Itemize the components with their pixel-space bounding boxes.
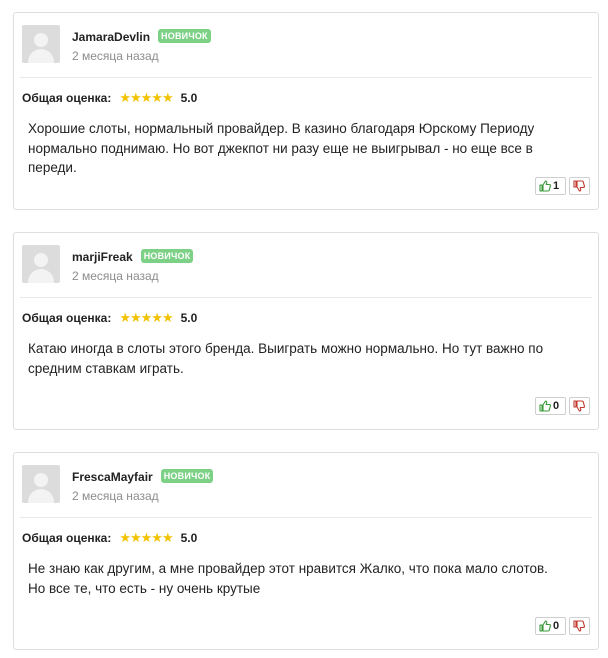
- thumbs-down-icon: [573, 620, 585, 632]
- review-text: Хорошие слоты, нормальный провайдер. В к…: [28, 121, 535, 175]
- username-text[interactable]: FrescaMayfair: [72, 470, 153, 484]
- review-date: 2 месяца назад: [72, 49, 159, 63]
- star-rating-icon: ★★★★★: [119, 310, 173, 325]
- rating-label: Общая оценка:: [22, 311, 112, 325]
- vote-buttons: 0: [535, 397, 590, 415]
- status-badge: НОВИЧОК: [160, 469, 214, 483]
- review-date: 2 месяца назад: [72, 269, 159, 283]
- star-rating-icon: ★★★★★: [119, 90, 173, 105]
- rating-row: Общая оценка: ★★★★★ 5.0: [22, 90, 197, 106]
- dislike-button[interactable]: [569, 617, 590, 635]
- rating-row: Общая оценка: ★★★★★ 5.0: [22, 310, 197, 326]
- vote-buttons: 1: [535, 177, 590, 195]
- rating-score: 5.0: [180, 91, 198, 105]
- review-text: Не знаю как другим, а мне провайдер этот…: [28, 561, 548, 596]
- avatar: [22, 465, 60, 503]
- thumbs-up-icon: [539, 180, 551, 192]
- status-badge: НОВИЧОК: [158, 29, 211, 43]
- star-rating-icon: ★★★★★: [119, 530, 173, 545]
- review-card: JamaraDevlin НОВИЧОК 2 месяца назад Общая…: [13, 12, 599, 210]
- rating-label: Общая оценка:: [22, 531, 112, 545]
- avatar: [22, 245, 60, 283]
- rating-row: Общая оценка: ★★★★★ 5.0: [22, 530, 197, 546]
- review-card: FrescaMayfair НОВИЧОК 2 месяца назад Обща…: [13, 452, 599, 650]
- dislike-button[interactable]: [569, 177, 590, 195]
- review-card: marjiFreak НОВИЧОК 2 месяца назад Общая о…: [13, 232, 599, 430]
- like-count: 0: [553, 620, 560, 632]
- thumbs-down-icon: [573, 400, 585, 412]
- like-button[interactable]: 0: [535, 617, 566, 635]
- review-date: 2 месяца назад: [72, 489, 159, 503]
- like-button[interactable]: 1: [535, 177, 566, 195]
- vote-buttons: 0: [535, 617, 590, 635]
- divider: [20, 517, 592, 518]
- dislike-button[interactable]: [569, 397, 590, 415]
- thumbs-up-icon: [539, 620, 551, 632]
- divider: [20, 297, 592, 298]
- rating-score: 5.0: [180, 311, 198, 325]
- username-text[interactable]: JamaraDevlin: [72, 30, 150, 44]
- username[interactable]: marjiFreak НОВИЧОК: [72, 249, 194, 264]
- like-count: 0: [553, 400, 560, 412]
- thumbs-up-icon: [539, 400, 551, 412]
- divider: [20, 77, 592, 78]
- review-text: Катаю иногда в слоты этого бренда. Выигр…: [28, 341, 544, 376]
- status-badge: НОВИЧОК: [140, 249, 194, 263]
- thumbs-down-icon: [573, 180, 585, 192]
- rating-label: Общая оценка:: [22, 91, 112, 105]
- avatar: [22, 25, 60, 63]
- like-count: 1: [553, 180, 560, 192]
- username[interactable]: FrescaMayfair НОВИЧОК: [72, 469, 214, 484]
- like-button[interactable]: 0: [535, 397, 566, 415]
- username[interactable]: JamaraDevlin НОВИЧОК: [72, 29, 211, 44]
- username-text[interactable]: marjiFreak: [72, 250, 133, 264]
- rating-score: 5.0: [180, 531, 198, 545]
